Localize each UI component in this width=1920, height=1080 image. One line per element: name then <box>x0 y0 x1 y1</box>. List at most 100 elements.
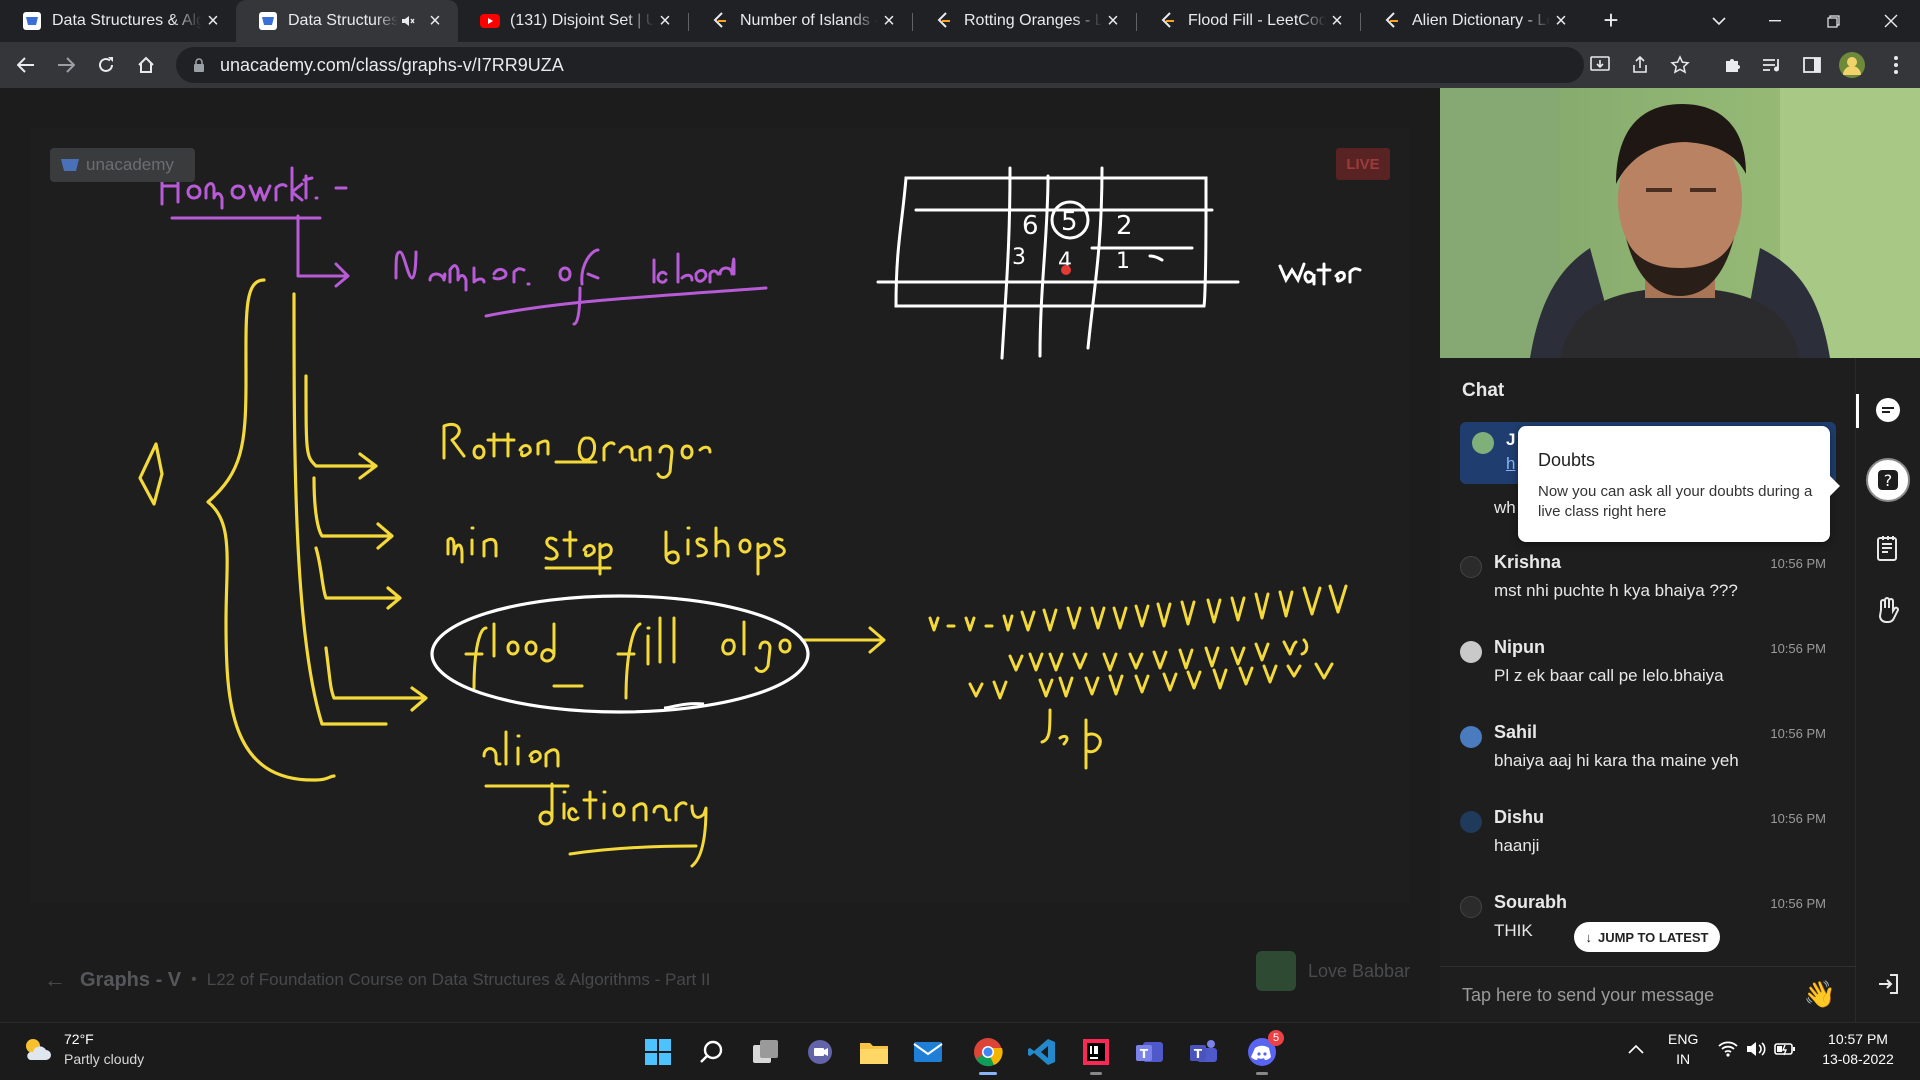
live-badge: LIVE <box>1336 148 1390 180</box>
bookmark-star-icon[interactable] <box>1664 49 1696 81</box>
teams-work-icon[interactable]: T <box>1184 1032 1224 1072</box>
close-icon[interactable]: × <box>878 10 900 32</box>
watermark-text: unacademy <box>86 155 174 174</box>
kebab-menu-icon[interactable] <box>1880 49 1912 81</box>
notes-icon[interactable] <box>1870 530 1906 566</box>
svg-text:T: T <box>1140 1047 1149 1061</box>
tab-title: (131) Disjoint Set | Un <box>510 12 654 29</box>
temperature: 72°F <box>64 1031 94 1047</box>
close-icon[interactable]: × <box>1550 10 1572 32</box>
grid-cell: 6 <box>1022 211 1039 241</box>
sender-name: Nipun <box>1494 637 1545 657</box>
arrow-down-icon: ↓ <box>1585 929 1592 945</box>
tab-alien-dictionary[interactable]: Alien Dictionary - Lee × <box>1360 0 1584 42</box>
speaker-mute-icon[interactable] <box>398 11 418 31</box>
teams-chat-icon[interactable] <box>800 1032 840 1072</box>
close-icon[interactable]: × <box>424 10 446 32</box>
forward-arrow-icon[interactable] <box>50 49 82 81</box>
close-icon[interactable]: × <box>1102 10 1124 32</box>
message-text: Pl z ek baar call pe lelo.bhaiya <box>1494 666 1724 685</box>
install-app-icon[interactable] <box>1584 49 1616 81</box>
water-note-ink <box>1278 262 1362 286</box>
leetcode-favicon-icon <box>934 11 954 31</box>
exit-icon[interactable] <box>1870 966 1906 1002</box>
running-app-indicator <box>1256 1072 1268 1075</box>
home-icon[interactable] <box>130 49 162 81</box>
webcam-feed <box>1440 88 1920 358</box>
avatar <box>1460 896 1482 918</box>
partly-cloudy-icon <box>26 1039 51 1060</box>
windows-start-icon[interactable] <box>638 1032 678 1072</box>
doubts-question-icon[interactable]: ? <box>1866 458 1910 502</box>
tab-rotting-oranges[interactable]: Rotting Oranges - Lee × <box>912 0 1136 42</box>
address-bar[interactable]: unacademy.com/class/graphs-v/I7RR9UZA <box>176 47 1584 83</box>
volume-icon[interactable] <box>1746 1041 1766 1062</box>
message-time: 10:56 PM <box>1770 896 1826 911</box>
back-arrow-icon[interactable] <box>10 49 42 81</box>
intellij-icon[interactable] <box>1076 1032 1116 1075</box>
educator-chip[interactable]: Love Babbar <box>1256 950 1410 992</box>
avatar <box>1460 726 1482 748</box>
teams-icon[interactable]: T <box>1130 1032 1170 1072</box>
clock[interactable]: 10:57 PM 13-08-2022 <box>1812 1029 1904 1069</box>
unacademy-favicon-icon <box>258 11 278 31</box>
close-icon[interactable]: × <box>1326 10 1348 32</box>
grid-cell: 3 <box>1012 245 1026 270</box>
grid-cell: 1 <box>1116 249 1130 274</box>
raise-hand-icon[interactable] <box>1870 592 1906 628</box>
task-view-icon[interactable] <box>746 1032 786 1072</box>
weather-widget[interactable]: 72°F Partly cloudy <box>22 1031 144 1067</box>
chrome-icon[interactable] <box>968 1032 1008 1075</box>
minimize-icon[interactable] <box>1746 0 1804 42</box>
language-indicator[interactable]: ENG IN <box>1668 1029 1698 1069</box>
show-hidden-icons-chevron-icon[interactable] <box>1628 1039 1644 1059</box>
tab-disjoint-set[interactable]: (131) Disjoint Set | Un × <box>458 0 688 42</box>
chat-input[interactable]: Tap here to send your message 👋 <box>1440 966 1856 1022</box>
battery-charging-icon[interactable] <box>1774 1041 1796 1062</box>
tab-dsa-2[interactable]: Data Structures & Algorithms × <box>236 0 458 42</box>
chat-bubble-icon[interactable] <box>1870 392 1906 428</box>
educator-name: Love Babbar <box>1308 960 1411 981</box>
vscode-icon[interactable] <box>1022 1032 1062 1072</box>
media-control-icon[interactable] <box>1756 49 1788 81</box>
extensions-puzzle-icon[interactable] <box>1716 49 1748 81</box>
window-close-icon[interactable] <box>1862 0 1920 42</box>
close-icon[interactable]: × <box>202 10 224 32</box>
title-separator: • <box>191 971 197 988</box>
wifi-icon[interactable] <box>1718 1041 1738 1062</box>
tab-dsa-1[interactable]: Data Structures & Alg × <box>0 0 236 42</box>
message-time: 10:56 PM <box>1770 556 1826 571</box>
discord-icon[interactable]: 5 <box>1242 1030 1284 1075</box>
lock-icon[interactable] <box>190 56 208 74</box>
youtube-favicon-icon <box>480 11 500 31</box>
jump-to-latest-button[interactable]: ↓ JUMP TO LATEST <box>1574 922 1720 952</box>
side-panel-icon[interactable] <box>1796 49 1828 81</box>
jump-label: JUMP TO LATEST <box>1597 929 1709 945</box>
discord-badge: 5 <box>1268 1030 1284 1046</box>
tab-search-chevron-icon[interactable] <box>1706 8 1732 34</box>
course-title: Graphs - V <box>80 968 182 991</box>
sender-name: Dishu <box>1494 807 1545 827</box>
mail-icon[interactable] <box>908 1032 948 1072</box>
pinned-link[interactable]: h <box>1506 454 1515 474</box>
grid-cell-labels: 6 5 2 3 4 1 <box>1012 207 1133 274</box>
back-arrow-icon[interactable]: ← <box>44 967 66 993</box>
tooltip-title: Doubts <box>1538 450 1596 470</box>
svg-text:T: T <box>1194 1047 1203 1061</box>
file-explorer-icon[interactable] <box>854 1032 894 1072</box>
new-tab-button[interactable]: + <box>1598 7 1624 34</box>
search-icon[interactable] <box>692 1032 732 1072</box>
unacademy-logo-icon <box>61 159 79 171</box>
reload-icon[interactable] <box>90 49 122 81</box>
share-icon[interactable] <box>1624 49 1656 81</box>
right-icon-rail: ? <box>1856 358 1920 1022</box>
wave-emoji-button[interactable]: 👋 <box>1804 979 1836 1010</box>
restore-icon[interactable] <box>1804 0 1862 42</box>
tab-flood-fill[interactable]: Flood Fill - LeetCode × <box>1136 0 1360 42</box>
profile-avatar[interactable] <box>1836 49 1868 81</box>
tab-number-of-islands[interactable]: Number of Islands - L × <box>688 0 912 42</box>
pointer-dot <box>1061 265 1071 275</box>
tab-strip: Data Structures & Alg × Data Structures … <box>0 0 1920 42</box>
unacademy-favicon-icon <box>22 11 42 31</box>
close-icon[interactable]: × <box>654 10 676 32</box>
